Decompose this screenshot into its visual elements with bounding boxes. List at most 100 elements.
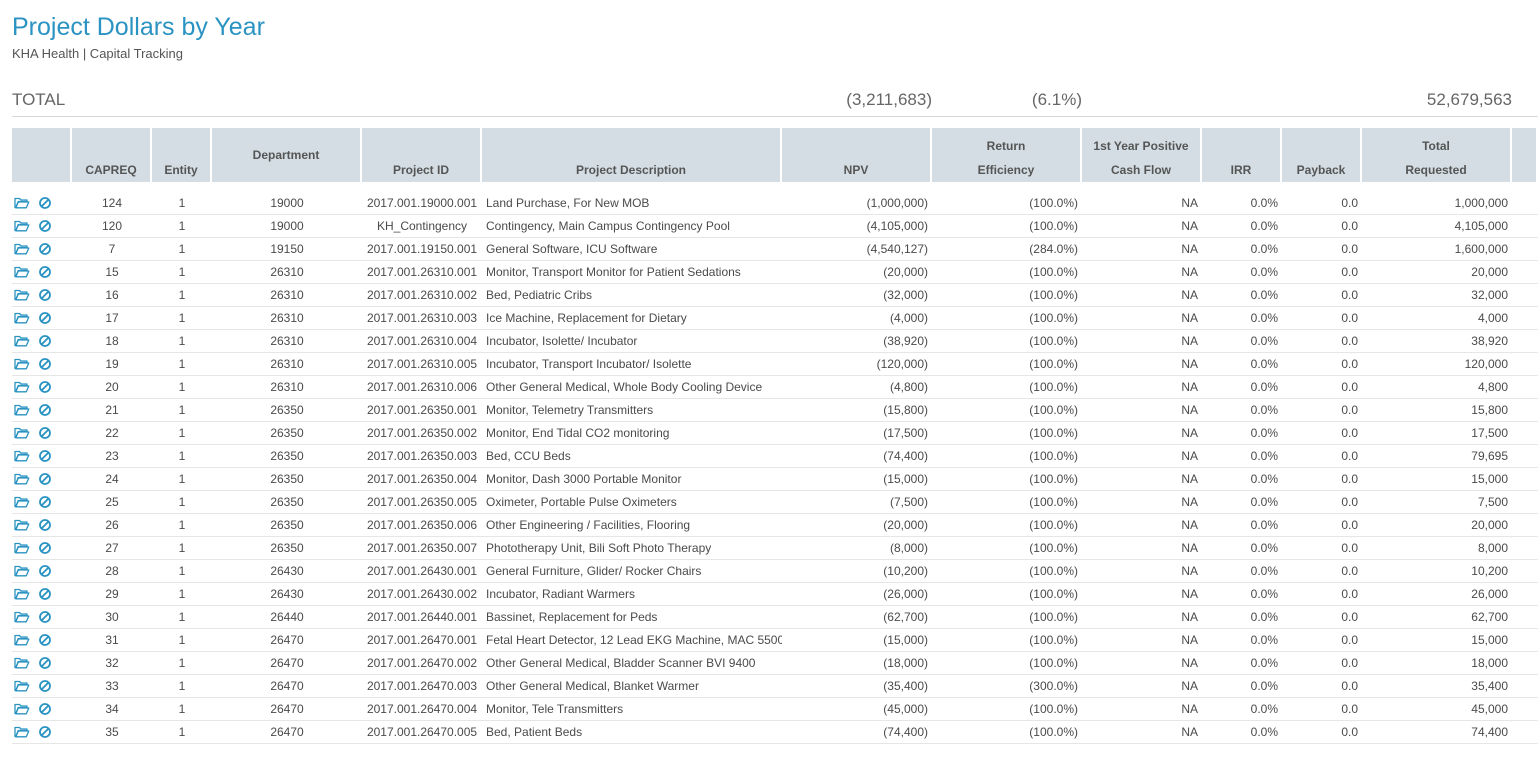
table-row[interactable]: 17 1 26310 2017.001.26310.003 Ice Machine, R… [12, 307, 1538, 330]
cell-entity: 1 [152, 514, 212, 537]
ban-icon[interactable] [38, 633, 56, 647]
folder-open-icon[interactable] [14, 242, 32, 256]
row-actions [12, 238, 72, 261]
folder-open-icon[interactable] [14, 656, 32, 670]
folder-open-icon[interactable] [14, 380, 32, 394]
folder-open-icon[interactable] [14, 725, 32, 739]
cell-payback: 0.0 [1282, 629, 1362, 652]
table-row[interactable]: 35 1 26470 2017.001.26470.005 Bed, Patient B… [12, 721, 1538, 744]
folder-open-icon[interactable] [14, 518, 32, 532]
ban-icon[interactable] [38, 587, 56, 601]
folder-open-icon[interactable] [14, 702, 32, 716]
folder-open-icon[interactable] [14, 334, 32, 348]
cell-entity: 1 [152, 261, 212, 284]
header-entity[interactable]: Entity [152, 128, 212, 182]
cell-entity: 1 [152, 606, 212, 629]
ban-icon[interactable] [38, 288, 56, 302]
ban-icon[interactable] [38, 219, 56, 233]
row-gutter [1512, 606, 1538, 629]
folder-open-icon[interactable] [14, 495, 32, 509]
cell-return-efficiency: (100.0%) [932, 652, 1082, 675]
ban-icon[interactable] [38, 541, 56, 555]
ban-icon[interactable] [38, 679, 56, 693]
ban-icon[interactable] [38, 702, 56, 716]
table-row[interactable]: 18 1 26310 2017.001.26310.004 Incubator, Iso… [12, 330, 1538, 353]
table-row[interactable]: 34 1 26470 2017.001.26470.004 Monitor, Tele … [12, 698, 1538, 721]
cell-project-id: 2017.001.26470.003 [362, 675, 482, 698]
ban-icon[interactable] [38, 403, 56, 417]
ban-icon[interactable] [38, 449, 56, 463]
table-row[interactable]: 30 1 26440 2017.001.26440.001 Bassinet, Repl… [12, 606, 1538, 629]
ban-icon[interactable] [38, 380, 56, 394]
cell-first-year-cash-flow: NA [1082, 307, 1202, 330]
table-row[interactable]: 16 1 26310 2017.001.26310.002 Bed, Pediatric… [12, 284, 1538, 307]
ban-icon[interactable] [38, 610, 56, 624]
header-total-requested[interactable]: Total Requested [1362, 128, 1512, 182]
folder-open-icon[interactable] [14, 426, 32, 440]
table-row[interactable]: 31 1 26470 2017.001.26470.001 Fetal Heart De… [12, 629, 1538, 652]
table-row[interactable]: 28 1 26430 2017.001.26430.001 General Furnit… [12, 560, 1538, 583]
ban-icon[interactable] [38, 334, 56, 348]
table-row[interactable]: 7 1 19150 2017.001.19150.001 General Softwar… [12, 238, 1538, 261]
ban-icon[interactable] [38, 311, 56, 325]
cell-npv: (10,200) [782, 560, 932, 583]
table-row[interactable]: 22 1 26350 2017.001.26350.002 Monitor, End T… [12, 422, 1538, 445]
folder-open-icon[interactable] [14, 196, 32, 210]
ban-icon[interactable] [38, 426, 56, 440]
row-gutter [1512, 376, 1538, 399]
table-row[interactable]: 124 1 19000 2017.001.19000.001 Land Purchase… [12, 192, 1538, 215]
ban-icon[interactable] [38, 472, 56, 486]
ban-icon[interactable] [38, 357, 56, 371]
ban-icon[interactable] [38, 242, 56, 256]
cell-return-efficiency: (100.0%) [932, 422, 1082, 445]
header-project-description[interactable]: Project Description [482, 128, 782, 182]
folder-open-icon[interactable] [14, 288, 32, 302]
header-return-efficiency[interactable]: Return Efficiency [932, 128, 1082, 182]
header-irr[interactable]: IRR [1202, 128, 1282, 182]
folder-open-icon[interactable] [14, 587, 32, 601]
ban-icon[interactable] [38, 564, 56, 578]
header-capreq[interactable]: CAPREQ [72, 128, 152, 182]
ban-icon[interactable] [38, 495, 56, 509]
header-department[interactable]: Department [212, 128, 362, 182]
table-row[interactable]: 32 1 26470 2017.001.26470.002 Other General … [12, 652, 1538, 675]
table-row[interactable]: 25 1 26350 2017.001.26350.005 Oximeter, Port… [12, 491, 1538, 514]
table-row[interactable]: 120 1 19000 KH_Contingency Contingency, Main… [12, 215, 1538, 238]
table-row[interactable]: 21 1 26350 2017.001.26350.001 Monitor, Telem… [12, 399, 1538, 422]
folder-open-icon[interactable] [14, 610, 32, 624]
cell-first-year-cash-flow: NA [1082, 330, 1202, 353]
table-row[interactable]: 24 1 26350 2017.001.26350.004 Monitor, Dash … [12, 468, 1538, 491]
folder-open-icon[interactable] [14, 679, 32, 693]
ban-icon[interactable] [38, 518, 56, 532]
header-project-id[interactable]: Project ID [362, 128, 482, 182]
cell-project-description: Phototherapy Unit, Bili Soft Photo Thera… [482, 537, 782, 560]
folder-open-icon[interactable] [14, 449, 32, 463]
folder-open-icon[interactable] [14, 357, 32, 371]
table-row[interactable]: 15 1 26310 2017.001.26310.001 Monitor, Trans… [12, 261, 1538, 284]
folder-open-icon[interactable] [14, 219, 32, 233]
ban-icon[interactable] [38, 725, 56, 739]
cell-project-id: 2017.001.19150.001 [362, 238, 482, 261]
header-payback[interactable]: Payback [1282, 128, 1362, 182]
cell-return-efficiency: (100.0%) [932, 514, 1082, 537]
header-npv[interactable]: NPV [782, 128, 932, 182]
folder-open-icon[interactable] [14, 541, 32, 555]
folder-open-icon[interactable] [14, 311, 32, 325]
ban-icon[interactable] [38, 265, 56, 279]
folder-open-icon[interactable] [14, 403, 32, 417]
table-row[interactable]: 20 1 26310 2017.001.26310.006 Other General … [12, 376, 1538, 399]
folder-open-icon[interactable] [14, 265, 32, 279]
folder-open-icon[interactable] [14, 564, 32, 578]
folder-open-icon[interactable] [14, 472, 32, 486]
table-row[interactable]: 29 1 26430 2017.001.26430.002 Incubator, Rad… [12, 583, 1538, 606]
table-row[interactable]: 33 1 26470 2017.001.26470.003 Other General … [12, 675, 1538, 698]
table-row[interactable]: 19 1 26310 2017.001.26310.005 Incubator, Tra… [12, 353, 1538, 376]
folder-open-icon[interactable] [14, 633, 32, 647]
cell-first-year-cash-flow: NA [1082, 468, 1202, 491]
ban-icon[interactable] [38, 196, 56, 210]
ban-icon[interactable] [38, 656, 56, 670]
table-row[interactable]: 23 1 26350 2017.001.26350.003 Bed, CCU Beds(… [12, 445, 1538, 468]
table-row[interactable]: 26 1 26350 2017.001.26350.006 Other Engineer… [12, 514, 1538, 537]
table-row[interactable]: 27 1 26350 2017.001.26350.007 Phototherapy U… [12, 537, 1538, 560]
header-first-year-cash-flow[interactable]: 1st Year Positive Cash Flow [1082, 128, 1202, 182]
